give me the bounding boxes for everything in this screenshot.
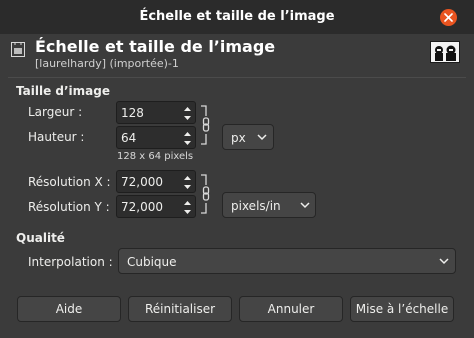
scale-button[interactable]: Mise à l’échelle [350, 296, 454, 322]
yres-label: Résolution Y : [28, 200, 110, 214]
chevron-down-icon [300, 202, 310, 209]
interpolation-select[interactable]: Cubique [118, 248, 456, 274]
width-stepper[interactable] [181, 103, 194, 122]
chain-link-size-icon[interactable] [200, 104, 210, 148]
header-divider [8, 77, 466, 78]
scale-image-icon [10, 41, 26, 58]
window-titlebar: Échelle et taille de l’image [0, 0, 474, 34]
dialog-title: Échelle et taille de l’image [35, 37, 276, 56]
quality-section-label: Qualité [16, 231, 65, 245]
height-label: Hauteur : [28, 130, 85, 144]
pixel-size-info: 128 x 64 pixels [117, 151, 194, 162]
resolution-unit-select[interactable]: pixels/in [222, 192, 316, 218]
chevron-down-icon [439, 258, 449, 265]
help-button[interactable]: Aide [17, 296, 121, 322]
xres-value: 72,000 [121, 175, 163, 189]
yres-value: 72,000 [121, 200, 163, 214]
width-label: Largeur : [28, 105, 83, 119]
yres-stepper[interactable] [181, 197, 194, 216]
chain-link-resolution-icon[interactable] [200, 173, 210, 217]
interpolation-label: Interpolation : [28, 255, 113, 269]
xres-spinbutton[interactable]: 72,000 [116, 170, 196, 193]
width-value: 128 [121, 106, 144, 120]
height-value: 64 [121, 131, 137, 145]
xres-label: Résolution X : [28, 175, 111, 189]
xres-stepper[interactable] [181, 172, 194, 191]
height-spinbutton[interactable]: 64 [116, 126, 196, 149]
resolution-unit-value: pixels/in [231, 199, 281, 213]
image-thumbnail [430, 41, 460, 63]
image-name: [laurelhardy] (importée)-1 [35, 57, 179, 70]
window-title: Échelle et taille de l’image [139, 9, 335, 24]
chevron-down-icon [257, 134, 267, 141]
yres-spinbutton[interactable]: 72,000 [116, 195, 196, 218]
close-icon [444, 13, 453, 22]
cancel-button[interactable]: Annuler [239, 296, 343, 322]
size-unit-value: px [231, 131, 246, 145]
image-size-section-label: Taille d’image [16, 84, 110, 98]
reset-button[interactable]: Réinitialiser [128, 296, 232, 322]
height-stepper[interactable] [181, 128, 194, 147]
close-button[interactable] [440, 9, 457, 26]
width-spinbutton[interactable]: 128 [116, 101, 196, 124]
interpolation-value: Cubique [127, 255, 177, 269]
size-unit-select[interactable]: px [222, 124, 274, 150]
